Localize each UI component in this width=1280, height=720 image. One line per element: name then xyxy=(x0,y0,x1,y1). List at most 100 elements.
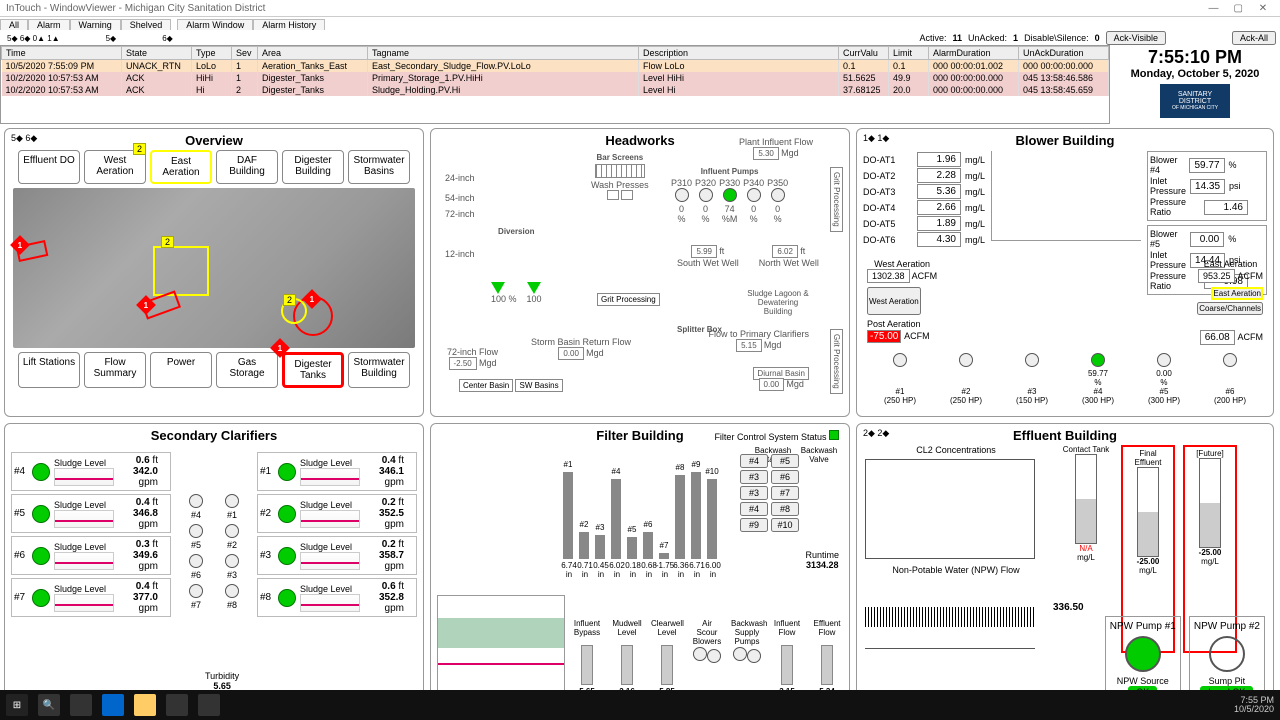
filter-bar[interactable]: #16.74in xyxy=(563,472,573,559)
filter-bar[interactable]: #86.36in xyxy=(675,475,685,559)
tab-alarm-window[interactable]: Alarm Window xyxy=(177,19,253,30)
blower-icon[interactable] xyxy=(959,353,973,367)
system-tray[interactable]: 7:55 PM 10/5/2020 xyxy=(1234,696,1274,714)
nav-west-aeration[interactable]: West Aeration xyxy=(84,150,146,184)
tab-alarm-history[interactable]: Alarm History xyxy=(253,19,325,30)
filter-select-button[interactable]: #10 xyxy=(771,518,799,532)
ack-visible-button[interactable]: Ack-Visible xyxy=(1106,31,1166,45)
filter-select-button[interactable]: #9 xyxy=(740,518,768,532)
nav-gas-storage[interactable]: Gas Storage xyxy=(216,352,278,388)
nav-digester-tanks[interactable]: Digester Tanks xyxy=(282,352,344,388)
blower-title: Blower Building xyxy=(861,133,1269,148)
pump-icon[interactable] xyxy=(699,188,713,202)
filter-select-button[interactable]: #8 xyxy=(771,502,799,516)
tab-shelved[interactable]: Shelved xyxy=(121,19,172,30)
sw-basins-button[interactable]: SW Basins xyxy=(515,379,562,392)
close-button[interactable]: ✕ xyxy=(1252,3,1274,14)
filter-select-button[interactable]: #7 xyxy=(771,486,799,500)
app-icon-2[interactable] xyxy=(198,694,220,716)
filter-bar[interactable]: #60.68in xyxy=(643,532,653,559)
effluent-panel: 2◆ 2◆ Effluent Building CL2 Concentratio… xyxy=(856,423,1274,712)
filter-panel: Filter Building Filter Control System St… xyxy=(430,423,850,712)
nav-stormwater-building[interactable]: Stormwater Building xyxy=(348,352,410,388)
pump-icon xyxy=(278,505,296,523)
nav-lift-stations[interactable]: Lift Stations xyxy=(18,352,80,388)
center-basin-button[interactable]: Center Basin xyxy=(459,379,513,392)
npw-chart[interactable] xyxy=(865,579,1035,649)
ack-all-button[interactable]: Ack-All xyxy=(1232,31,1276,45)
pump-icon xyxy=(278,547,296,565)
filter-bar[interactable]: #96.71in xyxy=(691,472,701,559)
explorer-icon[interactable] xyxy=(134,694,156,716)
grit-processing-button[interactable]: Grit Processing xyxy=(597,293,660,306)
ie-icon[interactable] xyxy=(102,694,124,716)
pump-icon[interactable] xyxy=(771,188,785,202)
nav-digester-building[interactable]: Digester Building xyxy=(282,150,344,184)
pump-icon xyxy=(32,463,50,481)
alarm-grid[interactable]: Time State Type Sev Area Tagname Descrip… xyxy=(0,45,1110,124)
aerial-map[interactable]: 1 1 1 1 2 2 xyxy=(13,188,415,348)
pump-icon[interactable] xyxy=(723,188,737,202)
filter-bar[interactable]: #46.02in xyxy=(611,479,621,559)
filter-bar[interactable]: #7-1.75in xyxy=(659,553,669,559)
clarifier-item[interactable]: #8Sludge Level0.6 ft352.8 gpm xyxy=(257,578,417,617)
filter-bar[interactable]: #30.45in xyxy=(595,535,605,560)
nav-power[interactable]: Power xyxy=(150,352,212,388)
tab-alarm[interactable]: Alarm xyxy=(28,19,70,30)
alarm-row[interactable]: 10/2/2020 10:57:53 AMACKHiHi1Digester_Ta… xyxy=(2,72,1109,84)
pump-icon[interactable] xyxy=(675,188,689,202)
clock-date: Monday, October 5, 2020 xyxy=(1112,68,1278,80)
filter-select-button[interactable]: #4 xyxy=(740,454,768,468)
badge-warning: 6◆ xyxy=(160,34,175,43)
filter-bar[interactable]: #50.18in xyxy=(627,537,637,559)
grit-processing-side[interactable]: Grit Processing xyxy=(830,167,843,232)
minimize-button[interactable]: — xyxy=(1202,3,1224,14)
coarse-channels-button[interactable]: Coarse/Channels xyxy=(1197,302,1263,315)
tab-all[interactable]: All xyxy=(0,19,28,30)
blower-icon[interactable] xyxy=(893,353,907,367)
filter-select-button[interactable]: #4 xyxy=(740,502,768,516)
filter-bar[interactable]: #106.00in xyxy=(707,479,717,559)
cl2-chart[interactable] xyxy=(865,459,1035,559)
overview-badge: 5◆ 6◆ xyxy=(11,133,37,144)
tab-warning[interactable]: Warning xyxy=(70,19,121,30)
start-button[interactable]: ⊞ xyxy=(6,694,28,716)
task-view-icon[interactable] xyxy=(70,694,92,716)
clarifiers-title: Secondary Clarifiers xyxy=(9,428,419,443)
filter-select-button[interactable]: #3 xyxy=(740,486,768,500)
pump-icon[interactable] xyxy=(747,188,761,202)
filter-trend[interactable] xyxy=(437,595,565,705)
blower-icon[interactable] xyxy=(1157,353,1171,367)
nav-flow-summary[interactable]: Flow Summary xyxy=(84,352,146,388)
pump-icon xyxy=(278,589,296,607)
nav-east-aeration[interactable]: East Aeration xyxy=(150,150,212,184)
blower-icon[interactable] xyxy=(1091,353,1105,367)
alarm-row[interactable]: 10/2/2020 10:57:53 AMACKHi2Digester_Tank… xyxy=(2,84,1109,96)
blower-icon[interactable] xyxy=(1223,353,1237,367)
search-icon[interactable]: 🔍 xyxy=(38,694,60,716)
clarifier-item[interactable]: #5Sludge Level0.4 ft346.8 gpm xyxy=(11,494,171,533)
clarifier-item[interactable]: #1Sludge Level0.4 ft346.1 gpm xyxy=(257,452,417,491)
west-aeration-button[interactable]: West Aeration xyxy=(867,287,921,315)
nav-daf-building[interactable]: DAF Building xyxy=(216,150,278,184)
headworks-panel: Headworks Plant Influent Flow 5.30 Mgd B… xyxy=(430,128,850,417)
maximize-button[interactable]: ▢ xyxy=(1227,3,1249,14)
nav-effluent-do[interactable]: Effluent DO xyxy=(18,150,80,184)
clarifier-item[interactable]: #6Sludge Level0.3 ft349.6 gpm xyxy=(11,536,171,575)
clarifier-item[interactable]: #2Sludge Level0.2 ft352.5 gpm xyxy=(257,494,417,533)
east-aeration-button[interactable]: East Aeration xyxy=(1211,287,1263,300)
filter-select-button[interactable]: #3 xyxy=(740,470,768,484)
blower-icon[interactable] xyxy=(1025,353,1039,367)
filter-select-button[interactable]: #5 xyxy=(771,454,799,468)
clarifier-item[interactable]: #7Sludge Level0.4 ft377.0 gpm xyxy=(11,578,171,617)
filter-select-button[interactable]: #6 xyxy=(771,470,799,484)
alarm-row[interactable]: 10/5/2020 7:55:09 PMUNACK_RTNLoLo1Aerati… xyxy=(2,60,1109,73)
nav-stormwater-basins[interactable]: Stormwater Basins xyxy=(348,150,410,184)
filter-bar[interactable]: #20.71in xyxy=(579,532,589,559)
grit-processing-side-2[interactable]: Grit Processing xyxy=(830,329,843,394)
windows-taskbar[interactable]: ⊞ 🔍 7:55 PM 10/5/2020 xyxy=(0,690,1280,720)
clarifier-item[interactable]: #4Sludge Level0.6 ft342.0 gpm xyxy=(11,452,171,491)
clarifier-item[interactable]: #3Sludge Level0.2 ft358.7 gpm xyxy=(257,536,417,575)
app-icon-1[interactable] xyxy=(166,694,188,716)
runtime-button[interactable]: Runtime xyxy=(805,550,839,560)
